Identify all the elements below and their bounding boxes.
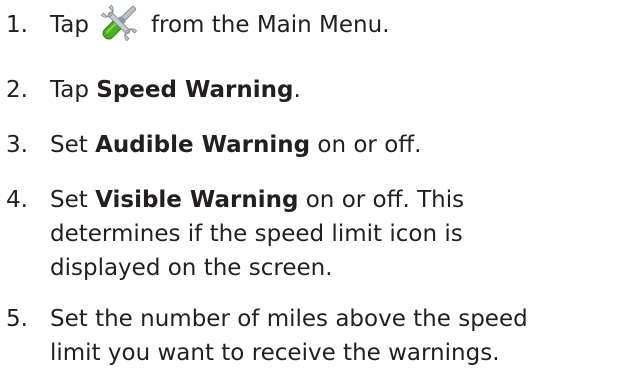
step-bold-term: Visible Warning xyxy=(95,187,299,213)
step-bold-term: Audible Warning xyxy=(95,132,311,158)
step-text: Set Audible Warning on or off. xyxy=(50,128,634,162)
step-text: Tap from the Main Menu. xyxy=(50,4,634,42)
step-line: Set the number of miles above the speed xyxy=(50,306,528,332)
tools-icon-graphic xyxy=(100,4,138,41)
step-number: 2. xyxy=(6,77,28,103)
step-prefix: Tap xyxy=(50,77,97,103)
step-text: Set the number of miles above the speed … xyxy=(50,302,634,370)
step-number: 3. xyxy=(6,132,28,158)
step-line: Tap Speed Warning. xyxy=(50,73,634,107)
step-text: Tap Speed Warning. xyxy=(50,73,634,107)
step-suffix: from the Main Menu. xyxy=(150,12,390,38)
step-line: Set Audible Warning on or off. xyxy=(50,128,634,162)
step-prefix: Set xyxy=(50,132,96,158)
step-suffix: . xyxy=(293,77,301,103)
step-line: Set Visible Warning on or off. This xyxy=(50,183,634,217)
step-line: displayed on the screen. xyxy=(50,255,333,281)
step-suffix: on or off. xyxy=(310,132,422,158)
step-line: determines if the speed limit icon is xyxy=(50,221,463,247)
tools-icon xyxy=(97,3,141,41)
step-prefix: Tap xyxy=(50,12,89,38)
step-number: 4. xyxy=(6,187,28,213)
step-prefix: Set xyxy=(50,187,96,213)
step-line: Tap from the Main Menu. xyxy=(50,4,634,42)
step-suffix: on or off. This xyxy=(298,187,465,213)
step-line: limit you want to receive the warnings. xyxy=(50,340,500,366)
step-number: 1. xyxy=(6,12,28,38)
step-bold-term: Speed Warning xyxy=(96,77,294,103)
step-number: 5. xyxy=(6,306,28,332)
step-text: Set Visible Warning on or off. This dete… xyxy=(50,183,634,285)
